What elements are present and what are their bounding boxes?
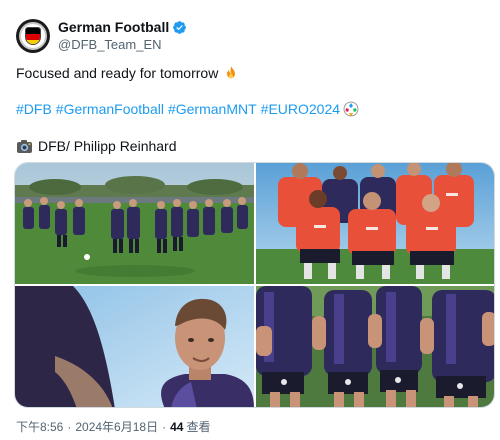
- meta-separator: ·: [67, 419, 72, 434]
- photo-team-training-circle[interactable]: [15, 163, 254, 284]
- euro2024-ball-icon: [343, 101, 359, 117]
- hashtag-germanfootball[interactable]: #GermanFootball: [56, 100, 164, 118]
- photo-credit: DFB/ Philipp Reinhard: [16, 137, 177, 155]
- camera-emoji-icon: [17, 139, 32, 153]
- display-name[interactable]: German Football: [58, 19, 169, 36]
- verified-badge-icon: [173, 21, 187, 34]
- hashtag-euro2024[interactable]: #EURO2024: [261, 100, 340, 118]
- hashtag-dfb[interactable]: #DFB: [16, 100, 52, 118]
- tweet-meta: 下午8:56 · 2024年6月18日 · 44 查看: [16, 418, 210, 435]
- tweet-time[interactable]: 下午8:56: [16, 418, 63, 435]
- media-grid: [14, 162, 495, 408]
- avatar[interactable]: [16, 19, 50, 53]
- german-flag-badge: [25, 27, 41, 45]
- tweet-date[interactable]: 2024年6月18日: [75, 418, 158, 435]
- photo-player-portrait[interactable]: [15, 286, 254, 407]
- meta-separator-2: ·: [162, 419, 167, 434]
- account-handle[interactable]: @DFB_Team_EN: [58, 36, 187, 53]
- views-label: 查看: [186, 420, 211, 434]
- tweet-text: Focused and ready for tomorrow: [16, 65, 219, 81]
- photo-players-running[interactable]: [256, 286, 494, 407]
- tweet-header: German Football @DFB_Team_EN: [16, 18, 486, 54]
- views-count: 44: [170, 419, 184, 434]
- hashtag-line: #DFB #GermanFootball #GermanMNT #EURO202…: [16, 100, 359, 118]
- fire-emoji-icon: [227, 66, 236, 79]
- credit-text: DFB/ Philipp Reinhard: [38, 138, 177, 154]
- account-names: German Football @DFB_Team_EN: [58, 19, 187, 53]
- hashtag-germanmnt[interactable]: #GermanMNT: [168, 100, 257, 118]
- photo-players-group-pose[interactable]: [256, 163, 494, 284]
- tweet-body: Focused and ready for tomorrow: [16, 64, 486, 82]
